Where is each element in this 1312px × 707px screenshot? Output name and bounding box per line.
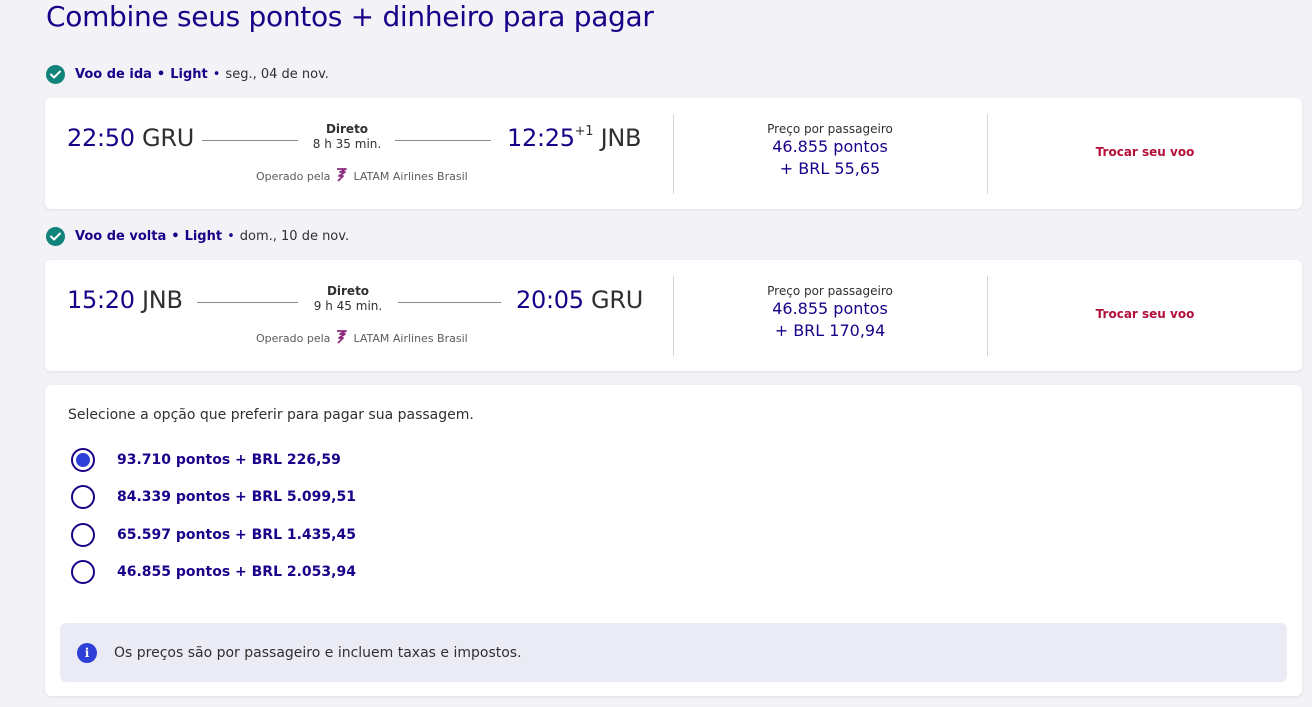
stops-label: Direto bbox=[325, 122, 369, 136]
outbound-date: seg., 04 de nov. bbox=[225, 66, 329, 82]
radio-button[interactable] bbox=[71, 523, 95, 547]
payment-option[interactable]: 93.710 pontos + BRL 226,59 bbox=[71, 447, 341, 473]
radio-button[interactable] bbox=[71, 485, 95, 509]
latam-logo-icon bbox=[336, 330, 348, 347]
check-circle-icon bbox=[46, 226, 65, 246]
duration: 9 h 45 min. bbox=[313, 299, 383, 313]
divider bbox=[987, 114, 988, 194]
arrival-time: 12:25 bbox=[507, 124, 575, 152]
return-flight-card: 15:20 JNB Direto 9 h 45 min. 20:05 GRU O… bbox=[45, 260, 1302, 371]
divider bbox=[673, 114, 674, 194]
latam-logo-icon bbox=[336, 168, 348, 185]
payment-option-label: 93.710 pontos + BRL 226,59 bbox=[117, 452, 341, 468]
payment-option-label: 84.339 pontos + BRL 5.099,51 bbox=[117, 489, 356, 505]
arrival-day-offset: +1 bbox=[574, 124, 594, 139]
return-price: Preço por passageiro 46.855 pontos + BRL… bbox=[685, 284, 975, 342]
outbound-flight-card: 22:50 GRU Direto 8 h 35 min. 12:25+1 JNB… bbox=[45, 98, 1302, 209]
duration: 8 h 35 min. bbox=[312, 137, 382, 151]
payment-prompt: Selecione a opção que preferir para paga… bbox=[68, 407, 474, 423]
departure-code: GRU bbox=[142, 124, 194, 152]
info-icon: i bbox=[77, 642, 97, 663]
departure-time: 15:20 bbox=[67, 286, 135, 314]
separator-dot-icon: • bbox=[227, 228, 235, 244]
payment-option-label: 65.597 pontos + BRL 1.435,45 bbox=[117, 527, 356, 543]
outbound-departure: 22:50 GRU bbox=[67, 124, 194, 152]
divider bbox=[987, 276, 988, 356]
return-fare: Light bbox=[184, 228, 223, 244]
arrival-time: 20:05 bbox=[516, 286, 584, 314]
outbound-price: Preço por passageiro 46.855 pontos + BRL… bbox=[685, 122, 975, 180]
return-stop-info: Direto 9 h 45 min. bbox=[298, 284, 398, 313]
divider bbox=[673, 276, 674, 356]
return-header: Voo de volta • Light • dom., 10 de nov. bbox=[46, 226, 349, 246]
price-points: 46.855 pontos bbox=[772, 137, 888, 156]
departure-code: JNB bbox=[142, 286, 183, 314]
stops-label: Direto bbox=[326, 284, 370, 298]
price-points: 46.855 pontos bbox=[772, 299, 888, 318]
route-line bbox=[395, 140, 491, 141]
payment-option-label: 46.855 pontos + BRL 2.053,94 bbox=[117, 564, 356, 580]
price-label: Preço por passageiro bbox=[767, 284, 893, 298]
return-date: dom., 10 de nov. bbox=[239, 228, 350, 244]
change-flight-link[interactable]: Trocar seu voo bbox=[1045, 145, 1245, 159]
return-departure: 15:20 JNB bbox=[67, 286, 183, 314]
info-text: Os preços são por passageiro e incluem t… bbox=[114, 644, 522, 661]
route-line bbox=[398, 302, 501, 303]
separator-dot-icon: • bbox=[171, 228, 180, 244]
outbound-fare: Light bbox=[170, 66, 208, 82]
route-line bbox=[197, 302, 298, 303]
operated-by: Operado pela LATAM Airlines Brasil bbox=[256, 168, 468, 185]
separator-dot-icon: • bbox=[156, 66, 166, 82]
price-money: + BRL 55,65 bbox=[779, 159, 881, 178]
price-money: + BRL 170,94 bbox=[774, 321, 886, 340]
change-flight-link[interactable]: Trocar seu voo bbox=[1045, 307, 1245, 321]
check-circle-icon bbox=[46, 64, 65, 84]
radio-button[interactable] bbox=[71, 560, 95, 584]
outbound-arrival: 12:25+1 JNB bbox=[507, 124, 642, 152]
info-notice: i Os preços são por passageiro e incluem… bbox=[60, 623, 1287, 682]
return-arrival: 20:05 GRU bbox=[516, 286, 643, 314]
operator-name: LATAM Airlines Brasil bbox=[353, 332, 468, 345]
operator-name: LATAM Airlines Brasil bbox=[353, 170, 468, 183]
page-title: Combine seus pontos + dinheiro para paga… bbox=[46, 0, 654, 33]
arrival-code: JNB bbox=[600, 124, 642, 152]
operated-label: Operado pela bbox=[256, 332, 331, 345]
outbound-type: Voo de ida bbox=[75, 66, 152, 82]
payment-option[interactable]: 46.855 pontos + BRL 2.053,94 bbox=[71, 559, 356, 585]
departure-time: 22:50 bbox=[67, 124, 135, 152]
operated-by: Operado pela LATAM Airlines Brasil bbox=[256, 330, 468, 347]
route-line bbox=[202, 140, 298, 141]
payment-option[interactable]: 65.597 pontos + BRL 1.435,45 bbox=[71, 522, 356, 548]
return-type: Voo de volta bbox=[75, 228, 167, 244]
outbound-stop-info: Direto 8 h 35 min. bbox=[297, 122, 397, 151]
separator-dot-icon: • bbox=[212, 66, 221, 82]
operated-label: Operado pela bbox=[256, 170, 331, 183]
page: Combine seus pontos + dinheiro para paga… bbox=[0, 0, 1312, 707]
payment-options-card: Selecione a opção que preferir para paga… bbox=[45, 385, 1302, 696]
outbound-header: Voo de ida • Light • seg., 04 de nov. bbox=[46, 64, 329, 84]
price-label: Preço por passageiro bbox=[767, 122, 893, 136]
payment-option[interactable]: 84.339 pontos + BRL 5.099,51 bbox=[71, 484, 356, 510]
arrival-code: GRU bbox=[591, 286, 643, 314]
radio-button[interactable] bbox=[71, 448, 95, 472]
